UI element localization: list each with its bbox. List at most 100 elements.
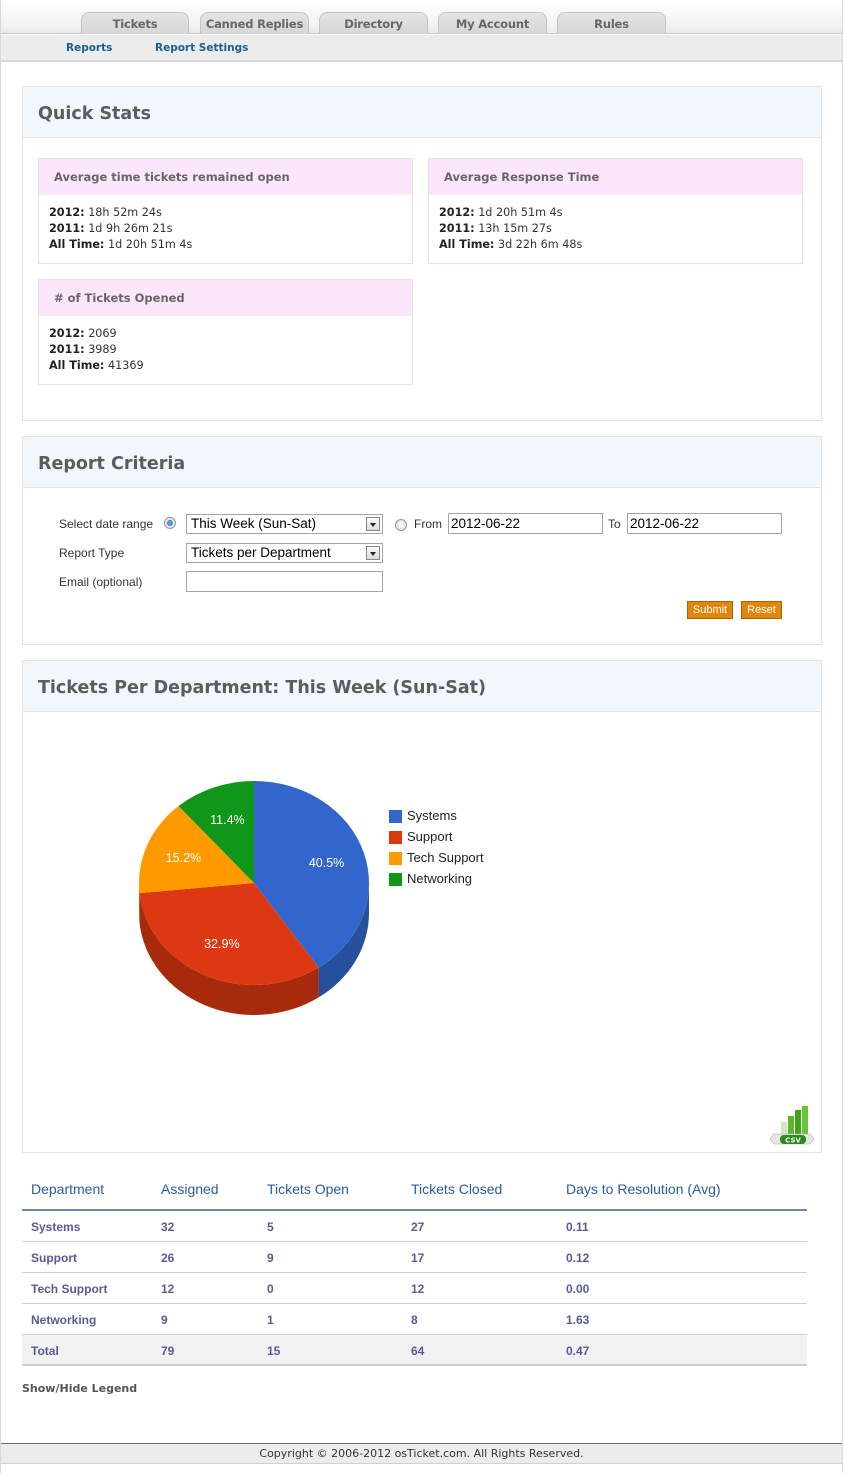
stat-value: 18h 52m 24s <box>88 206 162 219</box>
stat-title: Average Response Time <box>429 159 802 195</box>
reset-button[interactable]: Reset <box>741 601 782 619</box>
stat-value: 3d 22h 6m 48s <box>497 238 583 251</box>
legend-swatch <box>389 810 402 823</box>
cell-total-closed: 64 <box>411 1344 425 1358</box>
tab-directory[interactable]: Directory <box>319 12 428 34</box>
cell-days: 0.12 <box>566 1251 590 1265</box>
submit-button[interactable]: Submit <box>687 601 733 619</box>
table-row: Networking 9 1 8 1.63 <box>22 1304 807 1335</box>
copyright-text: Copyright © 2006-2012 osTicket.com. All … <box>259 1447 584 1460</box>
stat-avg-response-time: Average Response Time 2012: 1d 20h 51m 4… <box>428 158 803 264</box>
stat-value: 1d 20h 51m 4s <box>107 238 193 251</box>
date-range-select-value: This Week (Sun-Sat) <box>191 516 317 531</box>
legend-label-networking[interactable]: Networking <box>407 871 472 886</box>
report-criteria-title: Report Criteria <box>23 437 821 488</box>
chevron-down-icon <box>366 546 380 560</box>
legend-swatch <box>389 873 402 886</box>
sub-nav: Reports Report Settings <box>1 35 842 62</box>
subnav-reports[interactable]: Reports <box>66 42 112 54</box>
table-row: Support 26 9 17 0.12 <box>22 1242 807 1273</box>
stat-label: All Time: <box>49 238 105 251</box>
table-row: Tech Support 12 0 12 0.00 <box>22 1273 807 1304</box>
date-range-preset-radio[interactable] <box>164 517 176 529</box>
main-nav: Tickets Canned Replies Directory My Acco… <box>1 0 842 34</box>
pie-data-label: 15.2% <box>166 851 201 865</box>
pie-chart: 40.5% 32.9% 15.2% 11.4% <box>139 781 369 1015</box>
cell-assigned: 12 <box>161 1282 175 1296</box>
cell-total-label: Total <box>31 1344 59 1358</box>
stat-label: 2012: <box>439 206 475 219</box>
quick-stats-panel: Quick Stats Average time tickets remaine… <box>22 86 822 421</box>
csv-export-icon[interactable]: CSV <box>768 1106 816 1146</box>
stat-label: All Time: <box>49 359 105 372</box>
date-range-label: Select date range <box>59 517 154 531</box>
subnav-report-settings[interactable]: Report Settings <box>155 42 248 54</box>
col-header-department[interactable]: Department <box>31 1181 104 1197</box>
report-criteria-panel: Report Criteria Select date range This W… <box>22 436 822 645</box>
table-row: Systems 32 5 27 0.11 <box>22 1211 807 1242</box>
cell-total-days: 0.47 <box>566 1344 590 1358</box>
stat-title: # of Tickets Opened <box>39 280 412 316</box>
stat-value: 41369 <box>107 359 144 372</box>
cell-assigned: 9 <box>161 1313 168 1327</box>
to-date-input[interactable]: 2012-06-22 <box>627 513 782 534</box>
cell-assigned: 26 <box>161 1251 175 1265</box>
cell-total-open: 15 <box>267 1344 281 1358</box>
cell-closed: 12 <box>411 1282 425 1296</box>
stat-value: 2069 <box>88 327 117 340</box>
stat-value: 3989 <box>88 343 117 356</box>
stat-label: 2011: <box>49 222 85 235</box>
legend-swatch <box>389 852 402 865</box>
cell-days: 0.11 <box>566 1220 589 1234</box>
legend-label-systems[interactable]: Systems <box>407 808 457 823</box>
report-type-select-value: Tickets per Department <box>191 545 331 560</box>
cell-assigned: 32 <box>161 1220 175 1234</box>
pie-data-label: 32.9% <box>204 937 239 951</box>
stat-value: 1d 20h 51m 4s <box>478 206 563 219</box>
stat-label: All Time: <box>439 238 495 251</box>
date-range-select[interactable]: This Week (Sun-Sat) <box>186 514 383 534</box>
stat-value: 13h 15m 27s <box>478 222 552 235</box>
date-range-custom-radio[interactable] <box>395 519 407 531</box>
footer: Copyright © 2006-2012 osTicket.com. All … <box>1 1443 842 1464</box>
email-input[interactable] <box>186 571 383 592</box>
cell-closed: 17 <box>411 1251 425 1265</box>
cell-closed: 8 <box>411 1313 418 1327</box>
cell-department: Networking <box>31 1313 97 1327</box>
stat-label: 2011: <box>49 343 85 356</box>
from-date-input[interactable]: 2012-06-22 <box>448 513 603 534</box>
cell-open: 0 <box>267 1282 274 1296</box>
col-header-assigned[interactable]: Assigned <box>161 1181 219 1197</box>
cell-days: 1.63 <box>566 1313 590 1327</box>
cell-total-assigned: 79 <box>161 1344 175 1358</box>
report-type-select[interactable]: Tickets per Department <box>186 543 383 563</box>
csv-label: CSV <box>785 1137 801 1145</box>
chevron-down-icon <box>366 517 380 531</box>
tab-rules[interactable]: Rules <box>557 12 666 34</box>
stat-value: 1d 9h 26m 21s <box>88 222 173 235</box>
stat-label: 2012: <box>49 206 85 219</box>
tab-canned-replies[interactable]: Canned Replies <box>200 12 309 34</box>
tab-my-account[interactable]: My Account <box>438 12 547 34</box>
cell-days: 0.00 <box>566 1282 590 1296</box>
quick-stats-title: Quick Stats <box>23 87 821 138</box>
col-header-tickets-open[interactable]: Tickets Open <box>267 1181 349 1197</box>
col-header-days-to-resolution[interactable]: Days to Resolution (Avg) <box>566 1181 721 1197</box>
from-label: From <box>414 517 442 531</box>
table-total-row: Total 79 15 64 0.47 <box>22 1335 807 1366</box>
legend-label-tech-support[interactable]: Tech Support <box>407 850 484 865</box>
cell-closed: 27 <box>411 1220 425 1234</box>
show-hide-legend-link[interactable]: Show/Hide Legend <box>22 1382 137 1395</box>
col-header-tickets-closed[interactable]: Tickets Closed <box>411 1181 502 1197</box>
legend-swatch <box>389 831 402 844</box>
stat-label: 2011: <box>439 222 475 235</box>
cell-department: Tech Support <box>31 1282 108 1296</box>
legend-label-support[interactable]: Support <box>407 829 453 844</box>
report-type-label: Report Type <box>59 546 125 560</box>
tab-tickets[interactable]: Tickets <box>81 12 189 34</box>
email-label: Email (optional) <box>59 575 143 589</box>
cell-open: 1 <box>267 1313 274 1327</box>
stat-label: 2012: <box>49 327 85 340</box>
pie-data-label: 40.5% <box>309 856 344 870</box>
report-title: Tickets Per Department: This Week (Sun-S… <box>23 661 821 712</box>
